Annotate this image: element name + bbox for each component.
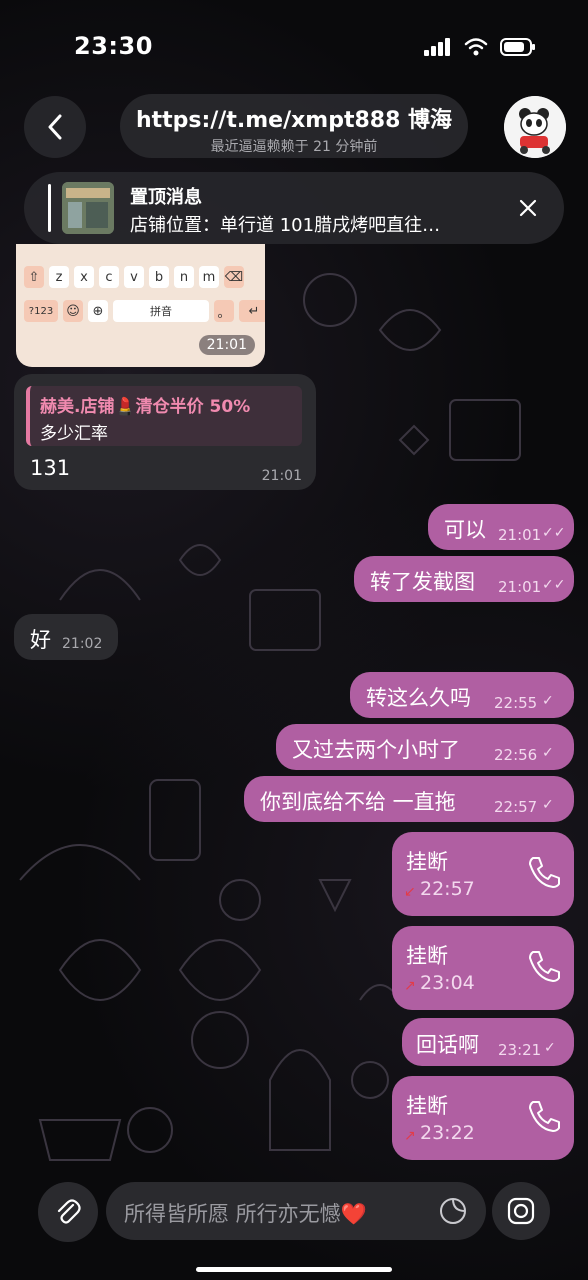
attach-button[interactable]	[38, 1182, 98, 1242]
key: m	[199, 266, 219, 288]
pinned-message-bar[interactable]: 置顶消息 店铺位置：单行道 101腊戌烤吧直往…	[24, 172, 564, 244]
key: x	[74, 266, 94, 288]
incoming-message[interactable]: 好 21:02	[14, 614, 118, 660]
message-text: 转了发截图	[370, 570, 475, 594]
reply-quote[interactable]: 赫美.店铺💄清仓半价 50% 多少汇率	[26, 386, 302, 446]
check-icon: ✓	[542, 693, 554, 709]
key: ?123	[24, 300, 58, 322]
status-time: 23:30	[74, 32, 153, 60]
key: 。	[214, 300, 234, 322]
reply-text: 多少汇率	[40, 424, 108, 444]
incoming-message[interactable]: 赫美.店铺💄清仓半价 50% 多少汇率 131 21:01	[14, 374, 316, 490]
pinned-thumbnail	[62, 182, 114, 234]
pinned-text: 店铺位置：单行道 101腊戌烤吧直往…	[130, 215, 441, 236]
missed-call-arrow-icon: ↙	[404, 884, 416, 900]
keyboard-row-letters: ⇧ z x c v b n m ⌫	[24, 266, 244, 288]
check-icon: ✓	[544, 1040, 556, 1056]
message-time: 21:01	[198, 335, 255, 355]
panda-avatar-icon	[504, 96, 566, 158]
message-text: 又过去两个小时了	[292, 738, 460, 762]
phone-icon[interactable]	[524, 948, 560, 984]
double-check-icon: ✓✓	[542, 525, 566, 541]
message-text: 回话啊	[416, 1033, 479, 1057]
message-time: 22:57	[494, 798, 538, 816]
call-message[interactable]: 挂断 ↗ 23:22	[392, 1076, 574, 1160]
key: c	[99, 266, 119, 288]
check-icon: ✓	[542, 797, 554, 813]
close-icon[interactable]	[518, 198, 538, 218]
key: n	[174, 266, 194, 288]
message-input-placeholder[interactable]: 所得皆所愿 所行亦无憾❤️	[124, 1198, 367, 1228]
key: 拼音	[113, 300, 209, 322]
sticker-icon[interactable]	[438, 1196, 468, 1226]
image-message[interactable]: ⇧ z x c v b n m ⌫ ?123 ☺ ⊕ 拼音 。 ↵ 21:01	[16, 244, 265, 367]
avatar[interactable]	[504, 96, 566, 158]
message-text: 好	[30, 628, 51, 652]
message-text: 可以	[444, 518, 486, 542]
missed-call-arrow-icon: ↗	[404, 1128, 416, 1144]
chevron-left-icon	[48, 114, 62, 140]
outgoing-message[interactable]: 转这么久吗 22:55 ✓	[350, 672, 574, 718]
outgoing-message[interactable]: 又过去两个小时了 22:56 ✓	[276, 724, 574, 770]
message-time: 22:56	[494, 746, 538, 764]
outgoing-message[interactable]: 回话啊 23:21 ✓	[402, 1018, 574, 1066]
message-time: 21:01	[261, 468, 302, 484]
globe-key-icon: ⊕	[88, 300, 108, 322]
key: v	[124, 266, 144, 288]
check-icon: ✓	[542, 745, 554, 761]
video-message-icon	[507, 1197, 535, 1225]
message-time: 23:22	[420, 1122, 475, 1144]
paperclip-icon	[57, 1199, 81, 1224]
backspace-key-icon: ⌫	[224, 266, 244, 288]
message-text: 131	[30, 456, 71, 480]
phone-icon[interactable]	[524, 854, 560, 890]
call-status: 挂断	[406, 850, 448, 874]
status-icons	[424, 38, 536, 56]
battery-icon	[500, 38, 535, 56]
signal-icon	[424, 38, 450, 56]
outgoing-message[interactable]: 可以 21:01 ✓✓	[428, 504, 574, 550]
status-bar: 23:30	[0, 0, 588, 90]
message-time: 23:21	[498, 1041, 542, 1059]
message-time: 21:02	[62, 636, 103, 652]
key: b	[149, 266, 169, 288]
key: z	[49, 266, 69, 288]
message-input[interactable]: 所得皆所愿 所行亦无憾❤️	[106, 1182, 486, 1240]
last-seen-status: 最近逼逼赖赖于 21 分钟前	[210, 139, 378, 155]
chat-title: https://t.me/xmpt888 博海	[135, 108, 453, 133]
message-time: 21:01	[498, 526, 542, 544]
reply-sender: 赫美.店铺💄清仓半价 50%	[40, 397, 251, 417]
shift-key-icon: ⇧	[24, 266, 44, 288]
message-time: 22:55	[494, 694, 538, 712]
phone-icon[interactable]	[524, 1098, 560, 1134]
pinned-indicator	[48, 184, 51, 232]
outgoing-message[interactable]: 转了发截图 21:01 ✓✓	[354, 556, 574, 602]
message-time: 21:01	[498, 578, 542, 596]
message-text: 转这么久吗	[366, 686, 471, 710]
message-time: 23:04	[420, 972, 475, 994]
back-button[interactable]	[24, 96, 86, 158]
outgoing-message[interactable]: 你到底给不给 一直拖 22:57 ✓	[244, 776, 574, 822]
call-message[interactable]: 挂断 ↗ 23:04	[392, 926, 574, 1010]
message-time: 22:57	[420, 878, 475, 900]
home-indicator	[196, 1267, 392, 1272]
call-message[interactable]: 挂断 ↙ 22:57	[392, 832, 574, 916]
wifi-icon	[464, 38, 488, 56]
message-text: 你到底给不给 一直拖	[260, 790, 456, 814]
enter-key-icon: ↵	[239, 300, 265, 322]
double-check-icon: ✓✓	[542, 577, 566, 593]
missed-call-arrow-icon: ↗	[404, 978, 416, 994]
camera-button[interactable]	[492, 1182, 550, 1240]
call-status: 挂断	[406, 1094, 448, 1118]
call-status: 挂断	[406, 944, 448, 968]
keyboard-row-bottom: ?123 ☺ ⊕ 拼音 。 ↵	[24, 300, 265, 322]
pinned-title: 置顶消息	[130, 187, 202, 208]
emoji-key-icon: ☺	[63, 300, 83, 322]
chat-header[interactable]: https://t.me/xmpt888 博海 最近逼逼赖赖于 21 分钟前	[120, 94, 468, 158]
